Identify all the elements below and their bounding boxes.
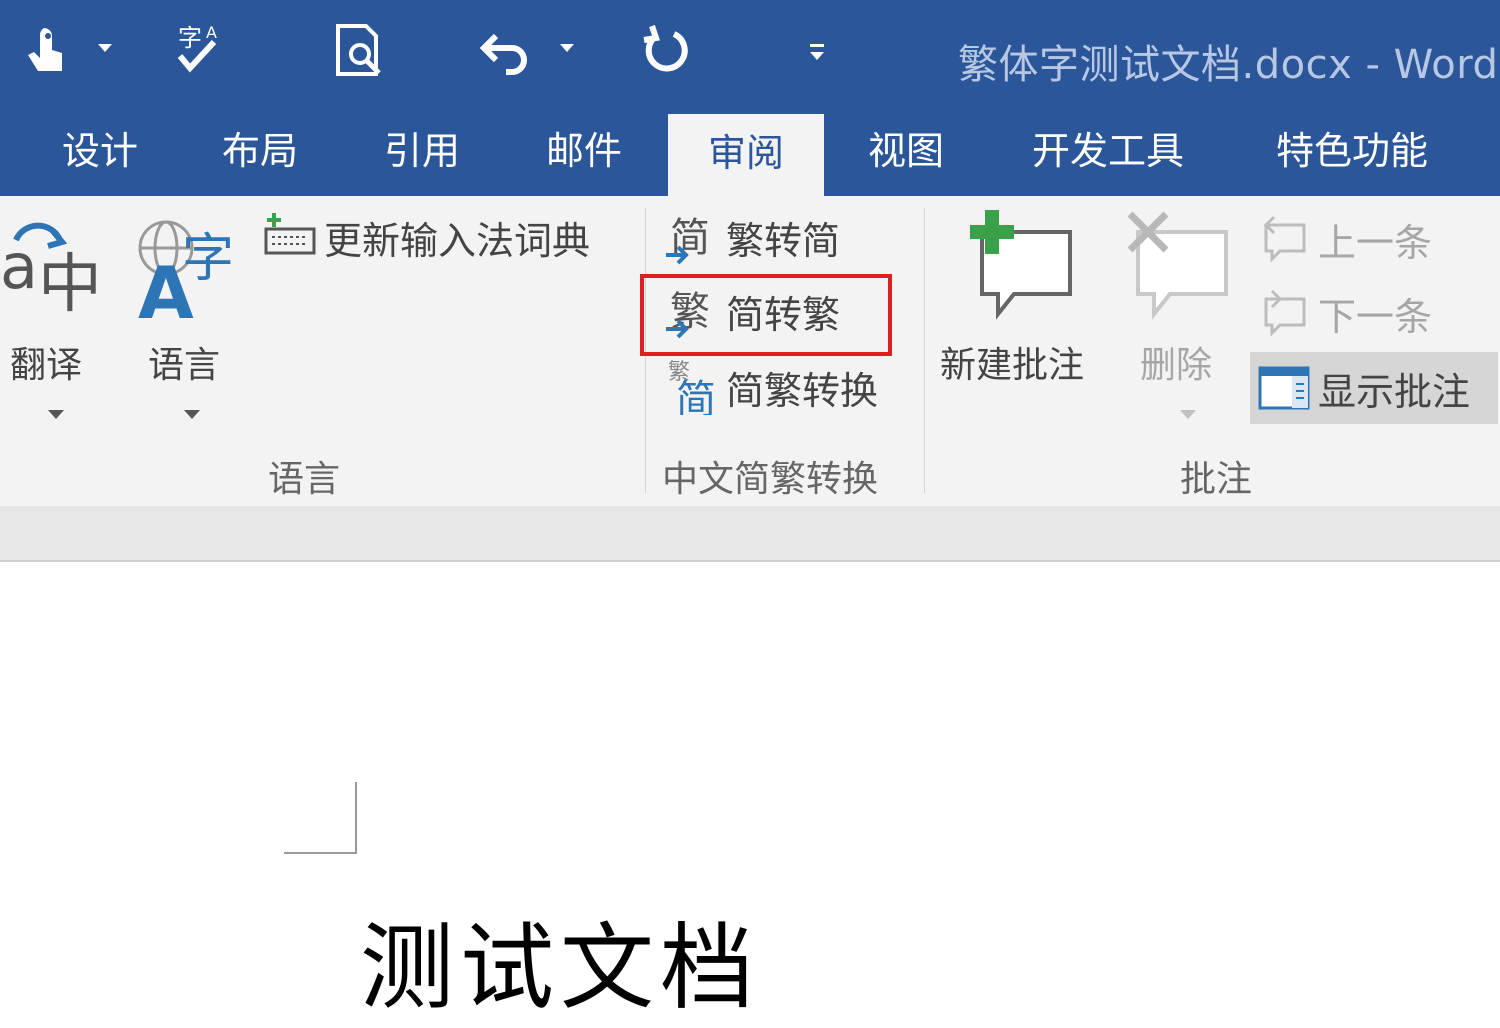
simplified-to-traditional-button[interactable]: 繁 简转繁: [664, 280, 840, 342]
new-comment-button[interactable]: 新建批注: [938, 206, 1110, 396]
spelling-check-icon[interactable]: 字 A: [172, 20, 232, 80]
update-ime-dictionary-label: 更新输入法词典: [324, 218, 591, 263]
tab-special-features[interactable]: 特色功能: [1252, 112, 1452, 196]
svg-text:字: 字: [182, 229, 234, 289]
ribbon-panel: a 中 翻译 A 字 语言 更新输入法词典 语言 简 繁转简 繁 简转繁 繁 简…: [0, 196, 1500, 506]
language-group-label: 语言: [268, 459, 341, 500]
tab-design[interactable]: 设计: [40, 112, 160, 196]
margin-crop-mark: [355, 782, 357, 854]
show-comments-button[interactable]: 显示批注: [1250, 352, 1498, 424]
new-comment-icon: [964, 210, 1084, 320]
new-comment-label: 新建批注: [940, 345, 1085, 386]
translate-label: 翻译: [10, 345, 83, 386]
ribbon-tab-bar: 设计 布局 引用 邮件 审阅 视图 开发工具 特色功能: [0, 112, 1500, 198]
svg-text:A: A: [206, 23, 217, 42]
traditional-to-simplified-label: 繁转简: [726, 218, 841, 263]
previous-comment-button[interactable]: 上一条: [1256, 208, 1432, 270]
margin-crop-mark: [284, 852, 357, 854]
tab-view[interactable]: 视图: [846, 112, 966, 196]
update-ime-dictionary-icon: [262, 209, 318, 265]
svg-text:字: 字: [178, 24, 202, 52]
next-comment-button[interactable]: 下一条: [1256, 282, 1432, 344]
comments-group-label: 批注: [1180, 459, 1253, 500]
svg-text:中: 中: [38, 248, 102, 314]
language-icon: A 字: [134, 214, 246, 335]
translate-icon: a 中: [0, 214, 108, 322]
language-button[interactable]: A 字 语言: [128, 206, 248, 419]
delete-comment-icon: [1124, 210, 1240, 320]
undo-dropdown-icon[interactable]: [560, 44, 574, 52]
tab-references[interactable]: 引用: [362, 112, 482, 196]
tab-layout[interactable]: 布局: [200, 112, 320, 196]
title-bar: 字 A 繁体字测试文档.docx - Word: [0, 0, 1500, 112]
undo-icon[interactable]: [474, 20, 534, 80]
delete-comment-button[interactable]: 删除: [1124, 206, 1240, 419]
ribbon-bottom-strip: [0, 506, 1500, 562]
traditional-to-simplified-icon: 简: [664, 209, 720, 265]
svg-text:a: a: [0, 230, 38, 303]
group-separator: [924, 208, 925, 493]
chinese-conversion-group-label: 中文简繁转换: [662, 459, 879, 500]
tab-review[interactable]: 审阅: [668, 114, 824, 198]
group-separator: [645, 208, 646, 493]
tab-mailings[interactable]: 邮件: [524, 112, 644, 196]
previous-comment-icon: [1256, 211, 1312, 267]
next-comment-icon: [1256, 285, 1312, 341]
simplified-traditional-conversion-button[interactable]: 繁 简 简繁转换: [664, 356, 879, 423]
touch-mode-icon[interactable]: [18, 20, 78, 80]
show-comments-icon: [1256, 360, 1312, 416]
customize-toolbar-line: [810, 44, 824, 47]
previous-comment-label: 上一条: [1318, 220, 1433, 265]
delete-dropdown-icon: [1180, 410, 1196, 419]
print-preview-icon[interactable]: [330, 20, 390, 80]
delete-comment-label: 删除: [1140, 345, 1213, 386]
simplified-to-traditional-icon: 繁: [664, 283, 720, 339]
document-body-text[interactable]: 测试文档: [360, 892, 760, 1028]
repeat-icon[interactable]: [634, 20, 694, 80]
simplified-traditional-conversion-label: 简繁转换: [726, 368, 879, 413]
svg-text:简: 简: [676, 377, 716, 415]
simplified-traditional-conversion-icon: 繁 简: [664, 359, 720, 423]
translate-dropdown-icon: [48, 410, 64, 419]
customize-toolbar-icon[interactable]: [810, 52, 824, 60]
tab-developer[interactable]: 开发工具: [1010, 112, 1206, 196]
next-comment-label: 下一条: [1318, 294, 1433, 339]
update-ime-dictionary-button[interactable]: 更新输入法词典: [262, 206, 590, 268]
window-title: 繁体字测试文档.docx - Word: [958, 42, 1499, 88]
translate-button[interactable]: a 中 翻译: [0, 206, 110, 419]
language-label: 语言: [148, 345, 221, 386]
simplified-to-traditional-label: 简转繁: [726, 292, 841, 337]
traditional-to-simplified-button[interactable]: 简 繁转简: [664, 206, 840, 268]
language-dropdown-icon: [184, 410, 200, 419]
touch-mode-dropdown-icon[interactable]: [98, 44, 112, 52]
show-comments-label: 显示批注: [1318, 369, 1471, 414]
